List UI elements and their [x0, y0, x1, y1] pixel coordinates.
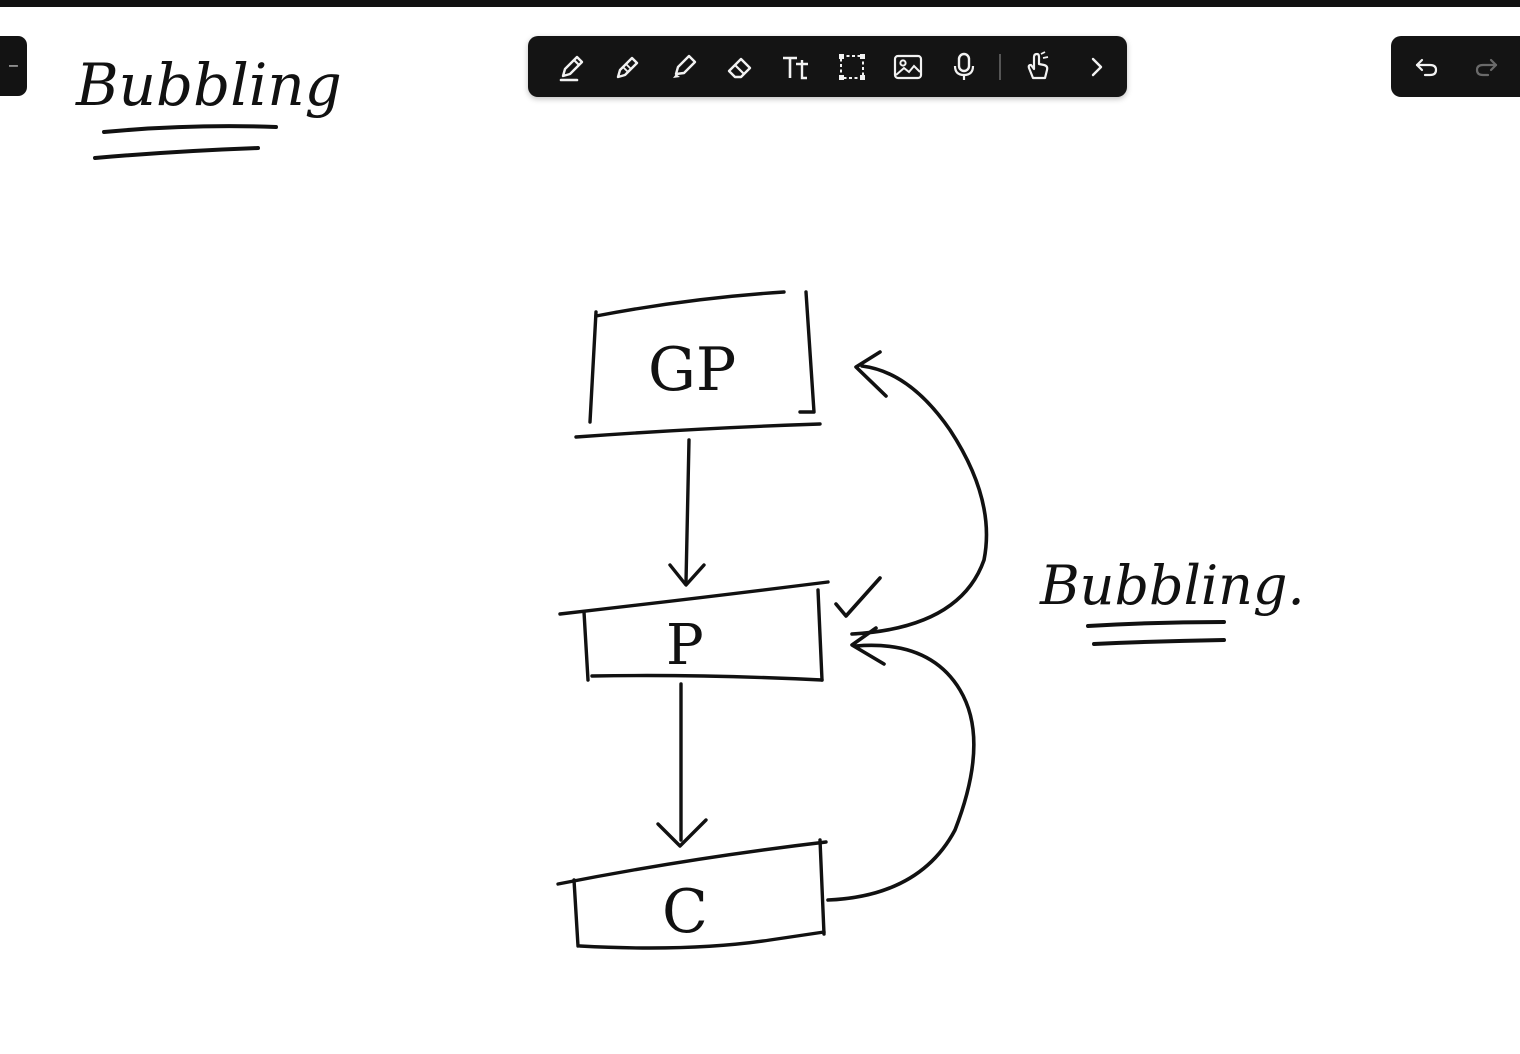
side-label-underline-2	[1092, 638, 1226, 646]
whiteboard-canvas[interactable]: Bubbling GP P C Bubbling.	[0, 0, 1520, 1054]
board-title: Bubbling	[75, 51, 342, 119]
bubble-arrowhead-p-to-gp	[854, 350, 888, 398]
side-label: Bubbling.	[1039, 554, 1305, 617]
grandparent-node: GP	[574, 290, 822, 439]
child-node: C	[556, 838, 828, 950]
parent-label: P	[666, 613, 704, 678]
arrow-gp-to-p	[684, 438, 691, 584]
title-underline-2	[93, 146, 260, 160]
parent-node: P	[558, 580, 830, 682]
grandparent-label: GP	[648, 335, 736, 405]
side-label-underline-1	[1086, 620, 1226, 628]
bubble-arrow-c-to-p	[826, 643, 976, 902]
bubble-arrow-p-to-gp	[850, 364, 989, 636]
title-underline-1	[102, 124, 278, 134]
check-mark-icon	[834, 576, 882, 618]
child-label: C	[662, 877, 708, 947]
